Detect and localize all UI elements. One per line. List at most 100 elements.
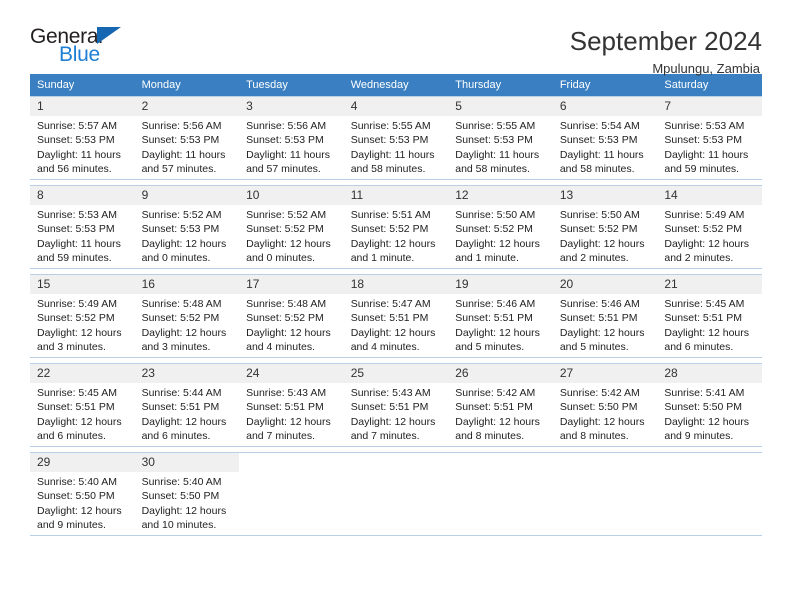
sunset-text: Sunset: 5:53 PM	[141, 223, 220, 236]
daylight-text-line2: and 58 minutes.	[350, 162, 426, 175]
daylight-text-line1: Daylight: 12 hours	[246, 415, 331, 428]
daylight-text-line1: Daylight: 11 hours	[455, 148, 540, 161]
day-cell[interactable]: 13 Sunrise: 5:50 AM Sunset: 5:52 PM Dayligh…	[552, 185, 658, 269]
daylight-text-line2: and 57 minutes.	[141, 162, 217, 175]
day-cell[interactable]: 6 Sunrise: 5:54 AM Sunset: 5:53 PM Daylight…	[552, 96, 658, 180]
daylight-text-line2: and 1 minute.	[350, 251, 415, 264]
weekday-header-sunday: Sunday	[30, 74, 135, 96]
day-cell[interactable]: 5 Sunrise: 5:55 AM Sunset: 5:53 PM Daylight…	[448, 96, 553, 180]
day-number: 10	[239, 186, 344, 205]
day-details: Sunrise: 5:50 AM Sunset: 5:52 PM Daylight:…	[448, 205, 553, 265]
day-cell[interactable]: 15 Sunrise: 5:49 AM Sunset: 5:52 PM Dayligh…	[30, 274, 135, 358]
sunrise-text: Sunrise: 5:43 AM	[350, 387, 431, 399]
day-cell[interactable]: 22 Sunrise: 5:45 AM Sunset: 5:51 PM Dayligh…	[30, 363, 135, 447]
sunrise-text: Sunrise: 5:40 AM	[37, 476, 117, 488]
day-cell[interactable]: 10 Sunrise: 5:52 AM Sunset: 5:52 PM Dayligh…	[239, 185, 344, 269]
sunrise-text: Sunrise: 5:55 AM	[350, 120, 431, 132]
daylight-text-line2: and 3 minutes.	[141, 340, 211, 353]
day-cell[interactable]: 20 Sunrise: 5:46 AM Sunset: 5:51 PM Dayligh…	[552, 274, 658, 358]
daylight-text-line1: Daylight: 12 hours	[455, 237, 540, 250]
sunset-text: Sunset: 5:51 PM	[455, 401, 533, 414]
day-cell[interactable]: 19 Sunrise: 5:46 AM Sunset: 5:51 PM Dayligh…	[448, 274, 553, 358]
day-number: 14	[657, 186, 762, 205]
daylight-text-line2: and 58 minutes.	[559, 162, 635, 175]
sunrise-text: Sunrise: 5:54 AM	[559, 120, 640, 132]
sunset-text: Sunset: 5:53 PM	[350, 134, 429, 147]
day-details: Sunrise: 5:48 AM Sunset: 5:52 PM Daylight:…	[239, 294, 344, 354]
day-cell[interactable]: 2 Sunrise: 5:56 AM Sunset: 5:53 PM Daylight…	[134, 96, 240, 180]
daylight-text-line1: Daylight: 12 hours	[141, 415, 227, 428]
day-details: Sunrise: 5:50 AM Sunset: 5:52 PM Daylight:…	[553, 205, 658, 265]
sunset-text: Sunset: 5:52 PM	[246, 312, 324, 325]
day-cell[interactable]: 16 Sunrise: 5:48 AM Sunset: 5:52 PM Dayligh…	[134, 274, 240, 358]
day-cell[interactable]: 23 Sunrise: 5:44 AM Sunset: 5:51 PM Dayligh…	[134, 363, 240, 447]
calendar-week-row: 1 Sunrise: 5:57 AM Sunset: 5:53 PM Daylight…	[30, 96, 762, 180]
day-cell[interactable]: 28 Sunrise: 5:41 AM Sunset: 5:50 PM Dayligh…	[657, 363, 762, 447]
sunrise-text: Sunrise: 5:46 AM	[455, 298, 536, 310]
daylight-text-line1: Daylight: 12 hours	[37, 415, 122, 428]
sunset-text: Sunset: 5:52 PM	[559, 223, 638, 236]
sunrise-text: Sunrise: 5:41 AM	[664, 387, 745, 399]
sunrise-text: Sunrise: 5:48 AM	[246, 298, 327, 310]
daylight-text-line1: Daylight: 11 hours	[141, 148, 226, 161]
day-details: Sunrise: 5:46 AM Sunset: 5:51 PM Daylight:…	[553, 294, 658, 354]
day-cell[interactable]: 29 Sunrise: 5:40 AM Sunset: 5:50 PM Dayligh…	[30, 452, 135, 536]
day-cell[interactable]: 30 Sunrise: 5:40 AM Sunset: 5:50 PM Dayligh…	[134, 452, 240, 536]
sunset-text: Sunset: 5:51 PM	[246, 401, 324, 414]
sunrise-text: Sunrise: 5:49 AM	[664, 209, 745, 221]
day-details: Sunrise: 5:43 AM Sunset: 5:51 PM Daylight:…	[344, 383, 449, 443]
daylight-text-line2: and 0 minutes.	[141, 251, 211, 264]
daylight-text-line2: and 7 minutes.	[350, 429, 420, 442]
calendar-week-row: 22 Sunrise: 5:45 AM Sunset: 5:51 PM Dayligh…	[30, 363, 762, 447]
daylight-text-line1: Daylight: 12 hours	[664, 237, 750, 250]
day-cell[interactable]: 7 Sunrise: 5:53 AM Sunset: 5:53 PM Daylight…	[657, 96, 762, 180]
daylight-text-line1: Daylight: 11 hours	[246, 148, 330, 161]
day-details: Sunrise: 5:52 AM Sunset: 5:53 PM Daylight:…	[135, 205, 240, 265]
day-cell[interactable]: 1 Sunrise: 5:57 AM Sunset: 5:53 PM Daylight…	[30, 96, 135, 180]
weekday-header-wednesday: Wednesday	[343, 74, 449, 96]
day-details: Sunrise: 5:45 AM Sunset: 5:51 PM Daylight:…	[30, 383, 135, 443]
weekday-header-monday: Monday	[134, 74, 240, 96]
calendar-table: Sunday Monday Tuesday Wednesday Thursday…	[30, 74, 762, 536]
sunrise-text: Sunrise: 5:42 AM	[455, 387, 536, 399]
sunrise-text: Sunrise: 5:55 AM	[455, 120, 536, 132]
weekday-header-saturday: Saturday	[657, 74, 762, 96]
day-number: 11	[343, 186, 449, 205]
day-cell[interactable]: 18 Sunrise: 5:47 AM Sunset: 5:51 PM Dayligh…	[343, 274, 449, 358]
day-cell[interactable]: 27 Sunrise: 5:42 AM Sunset: 5:50 PM Dayligh…	[552, 363, 658, 447]
sunset-text: Sunset: 5:52 PM	[141, 312, 220, 325]
day-number: 22	[30, 364, 135, 383]
day-cell[interactable]: 14 Sunrise: 5:49 AM Sunset: 5:52 PM Dayligh…	[657, 185, 762, 269]
day-cell[interactable]: 11 Sunrise: 5:51 AM Sunset: 5:52 PM Dayligh…	[343, 185, 449, 269]
day-details: Sunrise: 5:41 AM Sunset: 5:50 PM Daylight:…	[657, 383, 762, 443]
day-cell[interactable]: 4 Sunrise: 5:55 AM Sunset: 5:53 PM Daylight…	[343, 96, 449, 180]
daylight-text-line1: Daylight: 12 hours	[455, 326, 540, 339]
sunrise-text: Sunrise: 5:46 AM	[559, 298, 640, 310]
sunset-text: Sunset: 5:50 PM	[141, 490, 220, 503]
day-cell[interactable]: 8 Sunrise: 5:53 AM Sunset: 5:53 PM Daylight…	[30, 185, 135, 269]
brand-logo[interactable]: General Blue	[30, 26, 160, 72]
day-details: Sunrise: 5:42 AM Sunset: 5:50 PM Daylight:…	[553, 383, 658, 443]
sunrise-text: Sunrise: 5:45 AM	[37, 387, 117, 399]
daylight-text-line2: and 57 minutes.	[246, 162, 321, 175]
day-cell[interactable]: 24 Sunrise: 5:43 AM Sunset: 5:51 PM Dayligh…	[239, 363, 344, 447]
day-cell[interactable]: 21 Sunrise: 5:45 AM Sunset: 5:51 PM Dayligh…	[657, 274, 762, 358]
day-cell[interactable]: 26 Sunrise: 5:42 AM Sunset: 5:51 PM Dayligh…	[448, 363, 553, 447]
day-details: Sunrise: 5:49 AM Sunset: 5:52 PM Daylight:…	[30, 294, 135, 354]
daylight-text-line1: Daylight: 12 hours	[455, 415, 540, 428]
daylight-text-line1: Daylight: 12 hours	[664, 326, 750, 339]
sunrise-text: Sunrise: 5:42 AM	[559, 387, 640, 399]
day-number: 17	[239, 275, 344, 294]
triangle-icon	[97, 27, 121, 44]
day-details: Sunrise: 5:42 AM Sunset: 5:51 PM Daylight:…	[448, 383, 553, 443]
day-cell[interactable]: 3 Sunrise: 5:56 AM Sunset: 5:53 PM Daylight…	[239, 96, 344, 180]
day-cell[interactable]: 25 Sunrise: 5:43 AM Sunset: 5:51 PM Dayligh…	[343, 363, 449, 447]
day-details: Sunrise: 5:53 AM Sunset: 5:53 PM Daylight:…	[657, 116, 762, 176]
daylight-text-line1: Daylight: 11 hours	[350, 148, 435, 161]
weekday-header-thursday: Thursday	[448, 74, 553, 96]
day-cell[interactable]: 12 Sunrise: 5:50 AM Sunset: 5:52 PM Dayligh…	[448, 185, 553, 269]
day-cell[interactable]: 9 Sunrise: 5:52 AM Sunset: 5:53 PM Daylight…	[134, 185, 240, 269]
daylight-text-line2: and 5 minutes.	[559, 340, 629, 353]
day-cell[interactable]: 17 Sunrise: 5:48 AM Sunset: 5:52 PM Dayligh…	[239, 274, 344, 358]
daylight-text-line2: and 7 minutes.	[246, 429, 316, 442]
